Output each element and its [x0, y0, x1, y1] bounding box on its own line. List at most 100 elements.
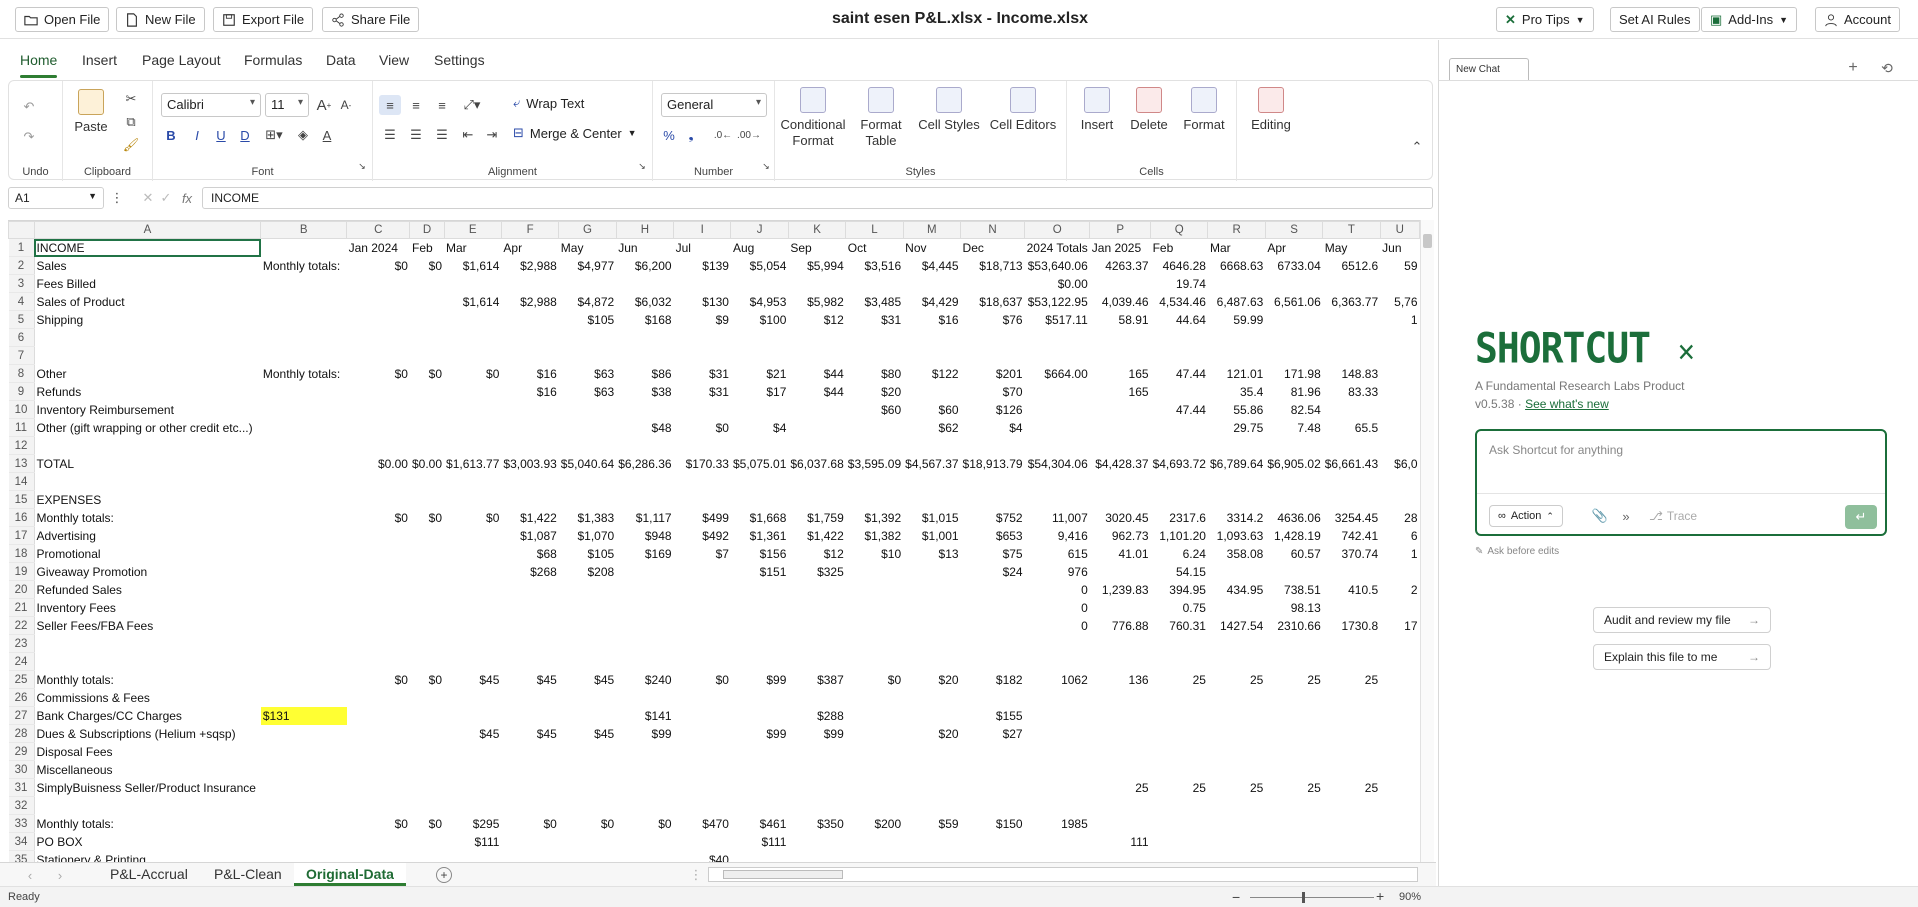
- cell[interactable]: 6,561.06: [1265, 293, 1322, 311]
- cell[interactable]: [1380, 275, 1419, 293]
- cell[interactable]: [788, 797, 845, 815]
- cell[interactable]: [501, 329, 558, 347]
- cell[interactable]: 25: [1151, 779, 1208, 797]
- cell[interactable]: INCOME: [34, 238, 261, 257]
- row-header[interactable]: 6: [8, 328, 35, 347]
- decrease-decimal-icon[interactable]: .00→: [737, 125, 761, 145]
- cell[interactable]: 41.01: [1090, 545, 1151, 563]
- cell[interactable]: [1025, 347, 1090, 365]
- cell[interactable]: 25: [1265, 779, 1322, 797]
- cell[interactable]: $0: [559, 815, 616, 833]
- cell[interactable]: [903, 599, 960, 617]
- cell[interactable]: 65.5: [1323, 419, 1380, 437]
- align-right-icon[interactable]: ☰: [431, 125, 453, 145]
- cell[interactable]: $1,087: [501, 527, 558, 545]
- cell[interactable]: 0: [1025, 617, 1090, 635]
- cell[interactable]: [731, 401, 788, 419]
- cell[interactable]: May: [559, 239, 616, 257]
- cell[interactable]: [1090, 707, 1151, 725]
- decrease-indent-icon[interactable]: ⇤: [457, 125, 479, 145]
- column-header[interactable]: E: [443, 221, 502, 239]
- cell[interactable]: $387: [788, 671, 845, 689]
- export-file-button[interactable]: Export File: [213, 7, 314, 32]
- cell[interactable]: $16: [501, 383, 558, 401]
- cell[interactable]: 19.74: [1151, 275, 1208, 293]
- cell[interactable]: [559, 491, 616, 509]
- row-header[interactable]: 1: [8, 238, 35, 257]
- cell[interactable]: [616, 743, 673, 761]
- cell[interactable]: [347, 419, 410, 437]
- cell[interactable]: Feb: [1151, 239, 1208, 257]
- cell[interactable]: Other (gift wrapping or other credit etc…: [34, 419, 261, 437]
- cell[interactable]: [1025, 779, 1090, 797]
- cell[interactable]: 6.24: [1151, 545, 1208, 563]
- cell[interactable]: $150: [961, 815, 1025, 833]
- cell[interactable]: $5,054: [731, 257, 788, 275]
- cell[interactable]: [731, 635, 788, 653]
- cell[interactable]: 2317.6: [1151, 509, 1208, 527]
- cell[interactable]: [788, 689, 845, 707]
- cell[interactable]: [1323, 851, 1380, 863]
- cell[interactable]: [788, 833, 845, 851]
- cell[interactable]: [731, 617, 788, 635]
- cell[interactable]: $0: [410, 671, 444, 689]
- cell[interactable]: $63: [559, 383, 616, 401]
- cell[interactable]: [347, 833, 410, 851]
- cell[interactable]: $156: [731, 545, 788, 563]
- cell[interactable]: [788, 329, 845, 347]
- cell[interactable]: [846, 473, 903, 491]
- cell[interactable]: $4,567.37: [903, 455, 960, 473]
- row-header[interactable]: 28: [8, 724, 35, 743]
- cell[interactable]: [261, 833, 347, 851]
- cell[interactable]: [674, 743, 731, 761]
- cell[interactable]: 9,416: [1025, 527, 1090, 545]
- cell[interactable]: [1265, 563, 1322, 581]
- cell[interactable]: $6,0: [1380, 455, 1419, 473]
- skip-forward-icon[interactable]: »: [1617, 507, 1635, 525]
- cell[interactable]: [1323, 311, 1380, 329]
- cell[interactable]: 121.01: [1208, 365, 1265, 383]
- cell[interactable]: [347, 383, 410, 401]
- cell[interactable]: [788, 437, 845, 455]
- row-header[interactable]: 24: [8, 652, 35, 671]
- cell[interactable]: $27: [961, 725, 1025, 743]
- cell[interactable]: $5,994: [788, 257, 845, 275]
- cell[interactable]: [1090, 653, 1151, 671]
- new-chat-plus-icon[interactable]: +: [1843, 58, 1863, 78]
- cell[interactable]: [616, 329, 673, 347]
- bold-icon[interactable]: B: [161, 125, 181, 145]
- cell[interactable]: [846, 329, 903, 347]
- cell[interactable]: [444, 761, 501, 779]
- scroll-thumb[interactable]: [1423, 234, 1432, 248]
- cell[interactable]: PO BOX: [34, 833, 261, 851]
- cell[interactable]: [1151, 329, 1208, 347]
- cell[interactable]: [261, 779, 347, 797]
- cell[interactable]: [261, 725, 347, 743]
- cell[interactable]: $40: [674, 851, 731, 863]
- cell[interactable]: [903, 347, 960, 365]
- tab-insert[interactable]: Insert: [82, 52, 117, 68]
- cell[interactable]: $0.00: [347, 455, 410, 473]
- cell[interactable]: Fees Billed: [34, 275, 261, 293]
- cell[interactable]: [1323, 653, 1380, 671]
- cell[interactable]: [347, 311, 410, 329]
- cell[interactable]: [1380, 329, 1419, 347]
- cell[interactable]: Sales of Product: [34, 293, 261, 311]
- cell[interactable]: $18,637: [961, 293, 1025, 311]
- column-header[interactable]: U: [1379, 221, 1420, 239]
- cell[interactable]: [501, 743, 558, 761]
- cell[interactable]: [261, 455, 347, 473]
- cell[interactable]: [731, 851, 788, 863]
- cell[interactable]: [846, 761, 903, 779]
- cell[interactable]: $16: [903, 311, 960, 329]
- cell[interactable]: [559, 275, 616, 293]
- cell[interactable]: 4,039.46: [1090, 293, 1151, 311]
- cell[interactable]: [616, 797, 673, 815]
- cell[interactable]: $12: [788, 545, 845, 563]
- cell[interactable]: [616, 599, 673, 617]
- cell[interactable]: [261, 293, 347, 311]
- history-icon[interactable]: ⟲: [1877, 58, 1897, 78]
- cell[interactable]: 1062: [1025, 671, 1090, 689]
- cell[interactable]: [261, 815, 347, 833]
- cell[interactable]: [961, 473, 1025, 491]
